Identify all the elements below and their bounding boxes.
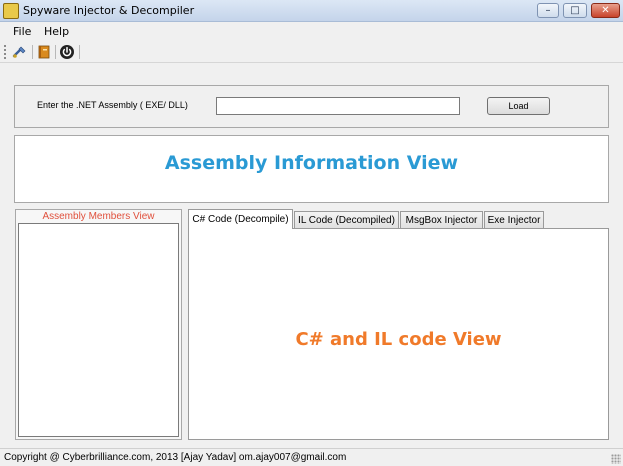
assembly-members-title: Assembly Members View	[42, 211, 155, 222]
tab-csharp-code[interactable]: C# Code (Decompile)	[188, 209, 293, 229]
maximize-button[interactable]: □	[563, 3, 587, 18]
book-button[interactable]	[36, 44, 52, 60]
power-icon	[60, 45, 74, 59]
toolbar-grip[interactable]	[4, 45, 7, 59]
menu-help[interactable]: Help	[44, 25, 69, 38]
toolbar	[0, 41, 623, 63]
assembly-members-tree[interactable]	[18, 223, 179, 437]
tools-icon	[12, 46, 26, 58]
resize-grip-icon[interactable]	[611, 454, 621, 464]
assembly-path-input[interactable]	[216, 97, 460, 115]
menu-file[interactable]: File	[13, 25, 31, 38]
load-panel: Enter the .NET Assembly ( EXE/ DLL) Load	[14, 85, 609, 128]
close-button[interactable]: ✕	[591, 3, 620, 18]
toolbar-separator	[79, 45, 80, 59]
minimize-icon: –	[545, 4, 551, 16]
assembly-members-panel: Assembly Members View	[15, 209, 182, 440]
maximize-icon: □	[570, 4, 580, 16]
menu-bar: File Help	[0, 22, 623, 41]
load-button[interactable]: Load	[487, 97, 550, 115]
status-bar: Copyright @ Cyberbrilliance.com, 2013 [A…	[0, 448, 623, 466]
tab-il-code[interactable]: IL Code (Decompiled)	[294, 211, 399, 228]
toolbar-separator	[55, 45, 56, 59]
window-title: Spyware Injector & Decompiler	[23, 4, 195, 17]
status-copyright: Copyright @ Cyberbrilliance.com, 2013 [A…	[4, 452, 347, 463]
tab-msgbox-injector[interactable]: MsgBox Injector	[400, 211, 483, 228]
minimize-button[interactable]: –	[537, 3, 559, 18]
assembly-info-view: Assembly Information View	[14, 135, 609, 203]
tools-button[interactable]	[12, 44, 28, 60]
power-button[interactable]	[59, 44, 75, 60]
code-view-caption: C# and IL code View	[295, 329, 502, 350]
book-icon	[38, 45, 50, 59]
app-icon	[3, 3, 19, 19]
tab-exe-injector[interactable]: Exe Injector	[484, 211, 544, 228]
assembly-label: Enter the .NET Assembly ( EXE/ DLL)	[37, 100, 188, 110]
close-icon: ✕	[601, 4, 610, 16]
assembly-info-caption: Assembly Information View	[164, 152, 459, 174]
title-bar: Spyware Injector & Decompiler – □ ✕	[0, 0, 623, 22]
code-view[interactable]: C# and IL code View	[188, 228, 609, 440]
code-tabs: C# Code (Decompile) IL Code (Decompiled)…	[186, 209, 609, 440]
toolbar-separator	[32, 45, 33, 59]
